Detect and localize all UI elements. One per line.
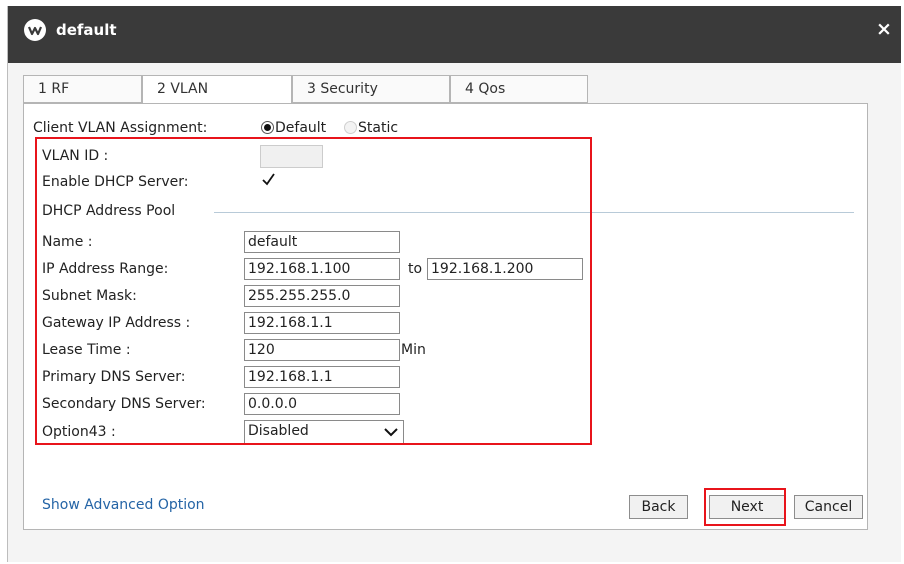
tab-vlan[interactable]: 2 VLAN: [142, 75, 292, 104]
window-title: default: [56, 21, 117, 39]
tab-label: 4 Qos: [465, 81, 506, 97]
dialog-window: default × 1 RF 2 VLAN 3 Security 4 Qos C…: [7, 6, 901, 562]
vlan-assignment-label: Client VLAN Assignment:: [33, 120, 208, 136]
title-bar: default ×: [8, 6, 901, 63]
highlight-box-next: [704, 488, 786, 526]
dialog-body: 1 RF 2 VLAN 3 Security 4 Qos Client VLAN…: [8, 63, 901, 562]
tab-security[interactable]: 3 Security: [292, 75, 450, 103]
radio-default-label: Default: [275, 120, 327, 136]
show-advanced-link[interactable]: Show Advanced Option: [42, 497, 205, 513]
tab-qos[interactable]: 4 Qos: [450, 75, 588, 103]
close-icon[interactable]: ×: [876, 19, 892, 39]
app-logo-icon: [24, 19, 46, 41]
back-button[interactable]: Back: [629, 495, 688, 519]
tab-label: 3 Security: [307, 81, 378, 97]
highlight-box-dhcp: [35, 137, 592, 445]
radio-static-label: Static: [358, 120, 399, 136]
tab-label: 1 RF: [38, 81, 70, 97]
vlan-panel: Client VLAN Assignment: Default Static V…: [23, 103, 868, 530]
radio-static[interactable]: [344, 121, 357, 134]
tab-label: 2 VLAN: [157, 81, 209, 97]
radio-default[interactable]: [261, 121, 274, 134]
tab-rf[interactable]: 1 RF: [23, 75, 142, 103]
cancel-button[interactable]: Cancel: [794, 495, 863, 519]
